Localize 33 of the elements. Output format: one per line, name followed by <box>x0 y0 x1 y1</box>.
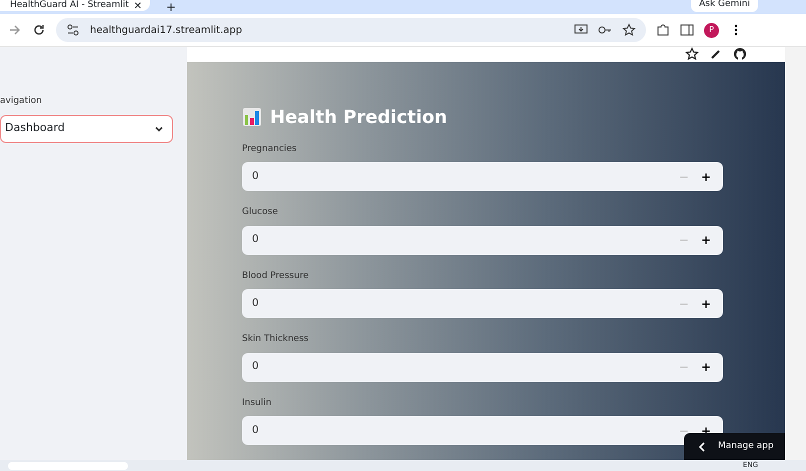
field-label: Insulin <box>242 396 272 410</box>
increment-button[interactable]: + <box>694 298 717 310</box>
side-panel-icon[interactable] <box>680 23 694 37</box>
field-label: Glucose <box>242 206 279 219</box>
star-icon[interactable] <box>685 47 699 62</box>
number-input[interactable]: 0 − + <box>242 226 723 254</box>
github-icon[interactable] <box>733 47 747 62</box>
field-label: Blood Pressure <box>242 270 310 282</box>
site-settings-icon[interactable] <box>66 23 80 37</box>
pencil-icon[interactable] <box>709 47 723 62</box>
puzzle-icon[interactable] <box>656 23 670 37</box>
increment-button[interactable]: + <box>694 234 717 246</box>
close-icon[interactable]: ✕ <box>134 0 142 14</box>
increment-button[interactable]: + <box>694 361 717 373</box>
url-text[interactable]: healthguardai17.streamlit.app <box>90 22 242 38</box>
bar-chart-icon <box>242 107 262 127</box>
number-input[interactable]: 0 − + <box>242 352 723 382</box>
number-input[interactable]: 0 − + <box>242 162 723 191</box>
navigation-select[interactable]: Dashboard <box>0 114 173 142</box>
field-label: Pregnancies <box>242 142 298 156</box>
increment-button[interactable]: + <box>694 170 717 182</box>
field-label: Skin Thickness <box>242 333 310 346</box>
number-input[interactable]: 0 − + <box>242 289 723 318</box>
manage-app-button[interactable]: Manage app <box>684 433 785 461</box>
page-title: Health Prediction <box>270 106 448 130</box>
reload-icon[interactable] <box>32 23 46 37</box>
forward-icon[interactable] <box>8 23 22 37</box>
profile-avatar[interactable]: P <box>704 22 719 38</box>
star-icon[interactable] <box>622 23 636 37</box>
chevron-left-icon <box>698 442 706 452</box>
new-tab-button[interactable]: + <box>166 0 176 16</box>
browser-tab[interactable]: HealthGuard AI - Streamlit ✕ <box>0 0 150 11</box>
select-label: avigation <box>0 95 43 108</box>
